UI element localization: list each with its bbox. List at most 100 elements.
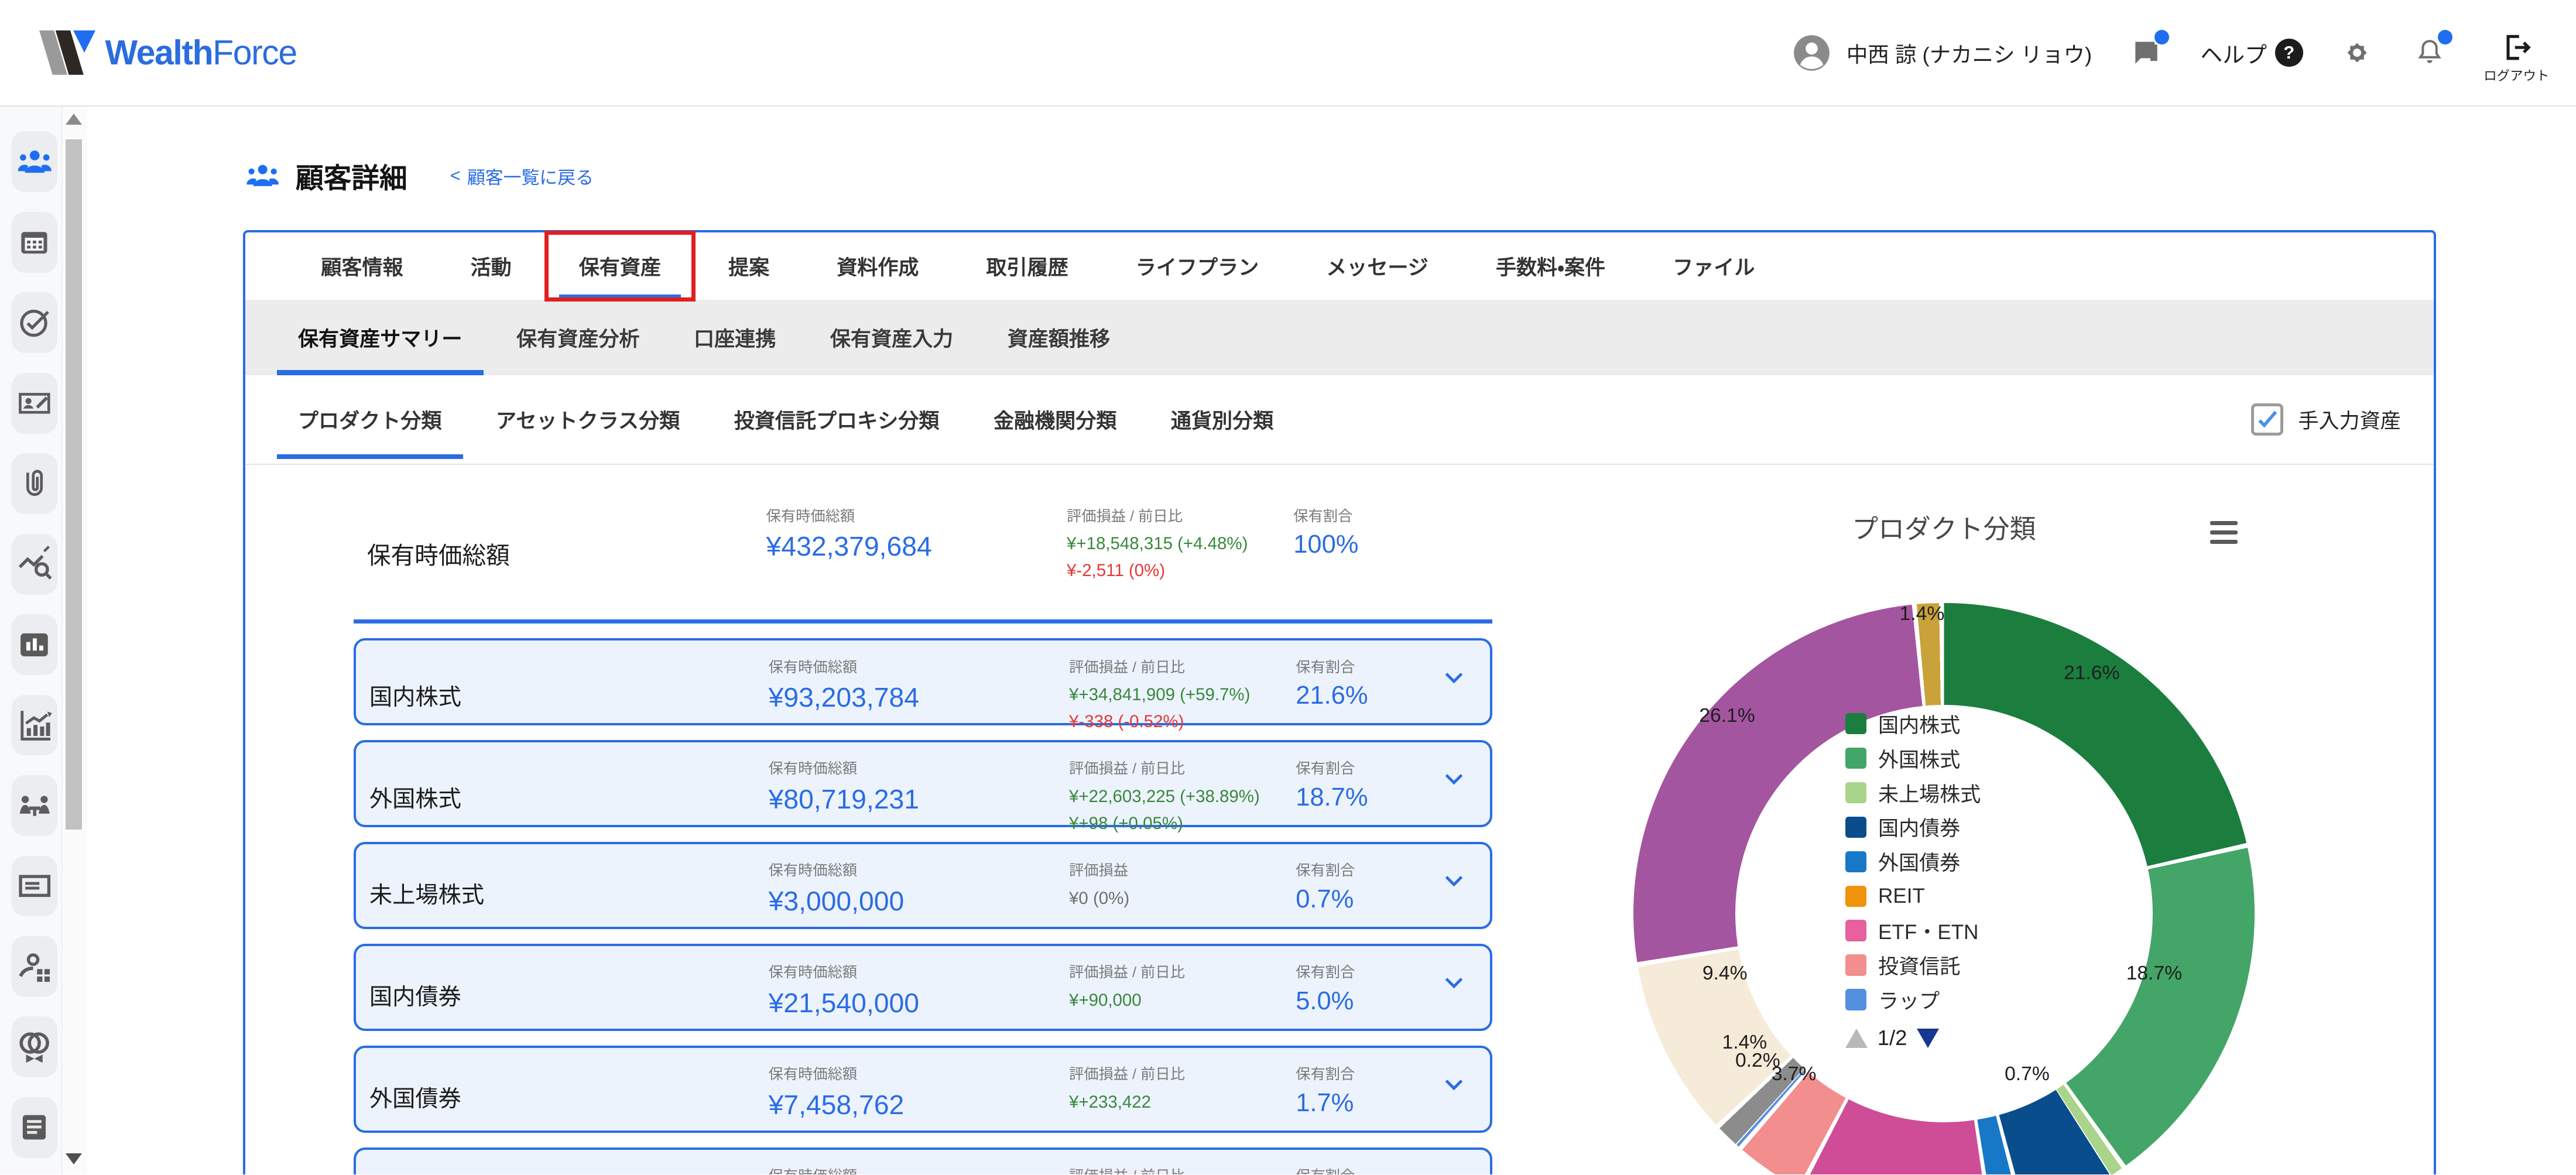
scroll-down-arrow[interactable] [66,1153,82,1164]
slice-label: 1.4% [1900,603,1945,625]
scroll-up-arrow[interactable] [66,114,82,125]
chevron-down-icon[interactable] [1441,969,1467,1002]
chevron-down-icon[interactable] [1441,867,1467,900]
sidebar [0,107,87,1174]
sidebar-item-calendar[interactable] [12,212,58,273]
sidebar-item-meetings[interactable] [12,775,58,836]
logout-label: ログアウト [2483,66,2549,84]
main-content: 顧客詳細 < 顧客一覧に戻る 顧客情報 活動 保有資産 提案 [87,107,2576,1174]
sidebar-item-market-analysis[interactable] [12,534,58,595]
legend-item[interactable]: 外国債券 [1845,846,1981,877]
notifications-button[interactable] [2411,35,2448,71]
checkbox-checked-icon[interactable] [2251,403,2283,436]
legend-item[interactable]: ラップ [1845,984,1981,1015]
tab-activity[interactable]: 活動 [444,232,538,300]
tab-transactions[interactable]: 取引履歴 [960,232,1095,300]
tab-proposals[interactable]: 提案 [702,232,796,300]
tab-messages[interactable]: メッセージ [1300,232,1454,300]
legend-page-up-icon[interactable] [1845,1029,1868,1048]
sidebar-item-forms[interactable] [12,1097,58,1158]
total-amount: ¥432,379,684 [766,530,1067,562]
legend-item[interactable]: 国内債券 [1845,811,1981,842]
asset-row-reit[interactable]: REIT 保有時価総額 評価損益 / 前日比 ¥-46,000,000 (-66… [354,1147,1492,1174]
click-annotation-box [544,231,696,302]
wealthforce-logo[interactable]: WealthForce [36,26,297,79]
asset-row-domestic-bonds[interactable]: 国内債券 保有時価総額¥21,540,000 評価損益 / 前日比 ¥+90,0… [354,944,1492,1031]
doc-list-icon [17,1110,52,1145]
asset-row-foreign-stocks[interactable]: 外国株式 保有時価総額¥80,719,231 評価損益 / 前日比 ¥+22,6… [354,740,1492,827]
notification-dot [2438,30,2452,44]
tab-materials[interactable]: 資料作成 [810,232,945,300]
people-icon [16,143,54,181]
legend-item[interactable]: ETF・ETN [1845,915,1981,946]
logo-text: WealthForce [105,33,297,73]
classtab-institution[interactable]: 金融機関分類 [972,375,1138,464]
holdings-summary: 保有時価総額 保有時価総額¥432,379,684 評価損益 / 前日比 ¥+1… [245,465,2434,1174]
legend-page-down-icon[interactable] [1917,1029,1939,1048]
slice-label: 0.7% [2005,1063,2050,1085]
subtab-bar: 保有資産サマリー 保有資産分析 口座連携 保有資産入力 資産額推移 [245,300,2434,375]
active-classtab-indicator [277,454,463,459]
sidebar-item-attachments[interactable] [12,453,58,514]
subtab-asset-trend[interactable]: 資産額推移 [986,300,1131,375]
chart-title: プロダクト分類 [1633,508,2255,546]
chart-menu-icon[interactable] [2210,521,2238,544]
chevron-down-icon[interactable] [1441,765,1467,798]
legend-item[interactable]: 外国株式 [1845,742,1981,773]
manual-assets-filter[interactable]: 手入力資産 [2251,375,2400,464]
chevron-down-icon[interactable] [1441,1071,1467,1104]
classtab-currency[interactable]: 通貨別分類 [1149,375,1294,464]
scrollbar-thumb[interactable] [66,139,82,829]
asset-row-domestic-stocks[interactable]: 国内株式 保有時価総額¥93,203,784 評価損益 / 前日比 ¥+34,8… [354,638,1492,725]
sidebar-item-performance[interactable] [12,695,58,756]
slice-label: 21.6% [2064,662,2119,684]
subtab-holdings-summary[interactable]: 保有資産サマリー [277,300,484,375]
sidebar-item-news-card[interactable] [12,856,58,917]
subtab-account-link[interactable]: 口座連携 [673,300,797,375]
people-icon [243,157,282,194]
active-subtab-indicator [277,370,484,375]
tab-customer-info[interactable]: 顧客情報 [294,232,429,300]
tab-lifeplan[interactable]: ライフプラン [1109,232,1285,300]
chevron-down-icon[interactable] [1441,664,1467,697]
avatar-icon [1790,32,1833,74]
slice-label: 3.7% [1772,1063,1817,1085]
sidebar-item-user-settings[interactable] [12,936,58,997]
chart-search-icon [16,545,54,583]
top-navigation-bar: WealthForce 中西 諒 (ナカニシ リョウ) ヘルプ [0,0,2575,107]
classtab-product[interactable]: プロダクト分類 [277,375,463,464]
back-to-customer-list-link[interactable]: < 顧客一覧に戻る [450,163,594,189]
logout-button[interactable]: ログアウト [2483,31,2549,84]
sidebar-item-partnership[interactable] [12,1016,58,1077]
sidebar-scrollbar[interactable] [61,107,87,1174]
tab-files[interactable]: ファイル [1646,232,1781,300]
subtab-holdings-input[interactable]: 保有資産入力 [809,300,974,375]
sidebar-item-customer-card[interactable] [12,373,58,434]
calendar-icon [17,225,52,259]
total-ratio: 100% [1293,530,1492,559]
manual-assets-label: 手入力資産 [2298,405,2400,434]
tab-holdings[interactable]: 保有資産 [553,232,687,300]
classtab-fund-proxy[interactable]: 投資信託プロキシ分類 [712,375,961,464]
sidebar-item-customers[interactable] [12,131,58,192]
subtab-holdings-analysis[interactable]: 保有資産分析 [495,300,661,375]
help-button[interactable]: ヘルプ ? [2200,37,2303,69]
customer-detail-panel: 顧客情報 活動 保有資産 提案 資料作成 取引履歴 ライフプラン メッセージ 手… [243,230,2436,1174]
asset-row-foreign-bonds[interactable]: 外国債券 保有時価総額¥7,458,762 評価損益 / 前日比 ¥+233,4… [354,1046,1492,1133]
slice-label: 18.7% [2126,962,2182,985]
meeting-icon [16,787,54,825]
asset-row-unlisted-stocks[interactable]: 未上場株式 保有時価総額¥3,000,000 評価損益 ¥0 (0%) 保有割合… [354,842,1492,929]
paperclip-icon [18,467,51,500]
legend-item[interactable]: 未上場株式 [1845,777,1981,808]
sidebar-item-reports[interactable] [12,614,58,675]
sidebar-item-tasks[interactable] [12,292,58,353]
app-window: WealthForce 中西 諒 (ナカニシ リョウ) ヘルプ [0,0,2575,1174]
legend-item[interactable]: REIT [1845,881,1981,912]
tab-fees-cases[interactable]: 手数料・案件 [1469,232,1632,300]
legend-item[interactable]: 国内株式 [1845,708,1981,739]
user-menu[interactable]: 中西 諒 (ナカニシ リョウ) [1790,32,2092,74]
settings-button[interactable] [2339,35,2375,71]
legend-item[interactable]: 投資信託 [1845,950,1981,981]
messages-button[interactable] [2128,35,2164,71]
classtab-asset-class[interactable]: アセットクラス分類 [475,375,701,464]
